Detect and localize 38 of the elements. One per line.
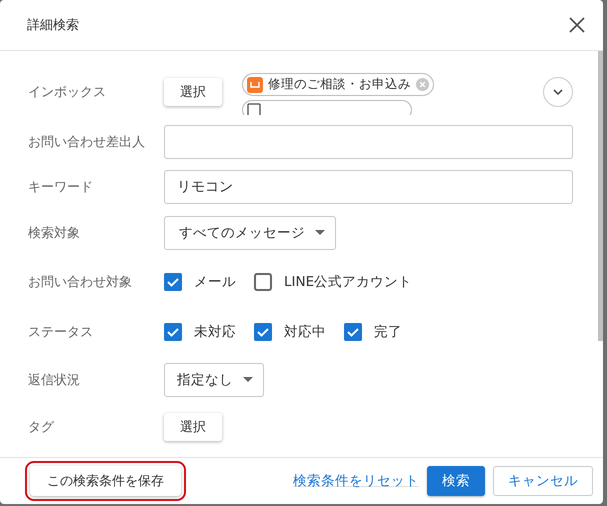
dialog-title: 詳細検索 [27, 17, 79, 34]
checkbox[interactable] [344, 323, 362, 341]
cancel-button[interactable]: キャンセル [493, 466, 593, 496]
field-label: インボックス [28, 84, 107, 101]
keyword-field[interactable]: リモコン [164, 170, 573, 204]
close-icon[interactable] [567, 15, 587, 35]
checkbox-label: 完了 [374, 323, 402, 341]
checkbox[interactable] [164, 273, 182, 291]
field-label: キーワード [28, 179, 94, 196]
inbox-icon [247, 103, 261, 115]
checkbox[interactable] [254, 273, 272, 291]
sender-field[interactable] [164, 125, 573, 159]
checkbox[interactable] [164, 323, 182, 341]
scrollbar[interactable] [598, 51, 603, 341]
field-label: 返信状況 [28, 372, 81, 389]
caret-icon [315, 230, 325, 236]
select-button[interactable]: 選択 [164, 413, 222, 441]
caret-icon [243, 377, 253, 383]
inbox-icon [247, 76, 263, 92]
checkbox[interactable] [254, 323, 272, 341]
field-label: ステータス [28, 324, 94, 341]
checkbox-label: 対応中 [284, 323, 326, 341]
checkbox-label: メール [194, 273, 236, 291]
reset-link[interactable]: 検索条件をリセット [293, 472, 419, 490]
field-label: タグ [28, 419, 56, 436]
expand-button[interactable] [543, 77, 573, 107]
select-button[interactable]: 選択 [164, 78, 222, 106]
search-button[interactable]: 検索 [427, 466, 485, 496]
field-label: お問い合わせ差出人 [28, 134, 146, 151]
inbox-chip[interactable]: 修理のご相談・お申込み [242, 73, 434, 96]
target-dropdown[interactable]: すべてのメッセージ [164, 216, 336, 250]
chevron-icon [552, 88, 564, 96]
checkbox-label: 未対応 [194, 323, 236, 341]
field-label: 検索対象 [28, 225, 81, 242]
field-label: お問い合わせ対象 [28, 274, 133, 291]
checkbox-label: LINE公式アカウント [284, 273, 412, 291]
reply-dropdown[interactable]: 指定なし [164, 363, 264, 397]
save-search-button[interactable]: この検索条件を保存 [30, 466, 181, 496]
